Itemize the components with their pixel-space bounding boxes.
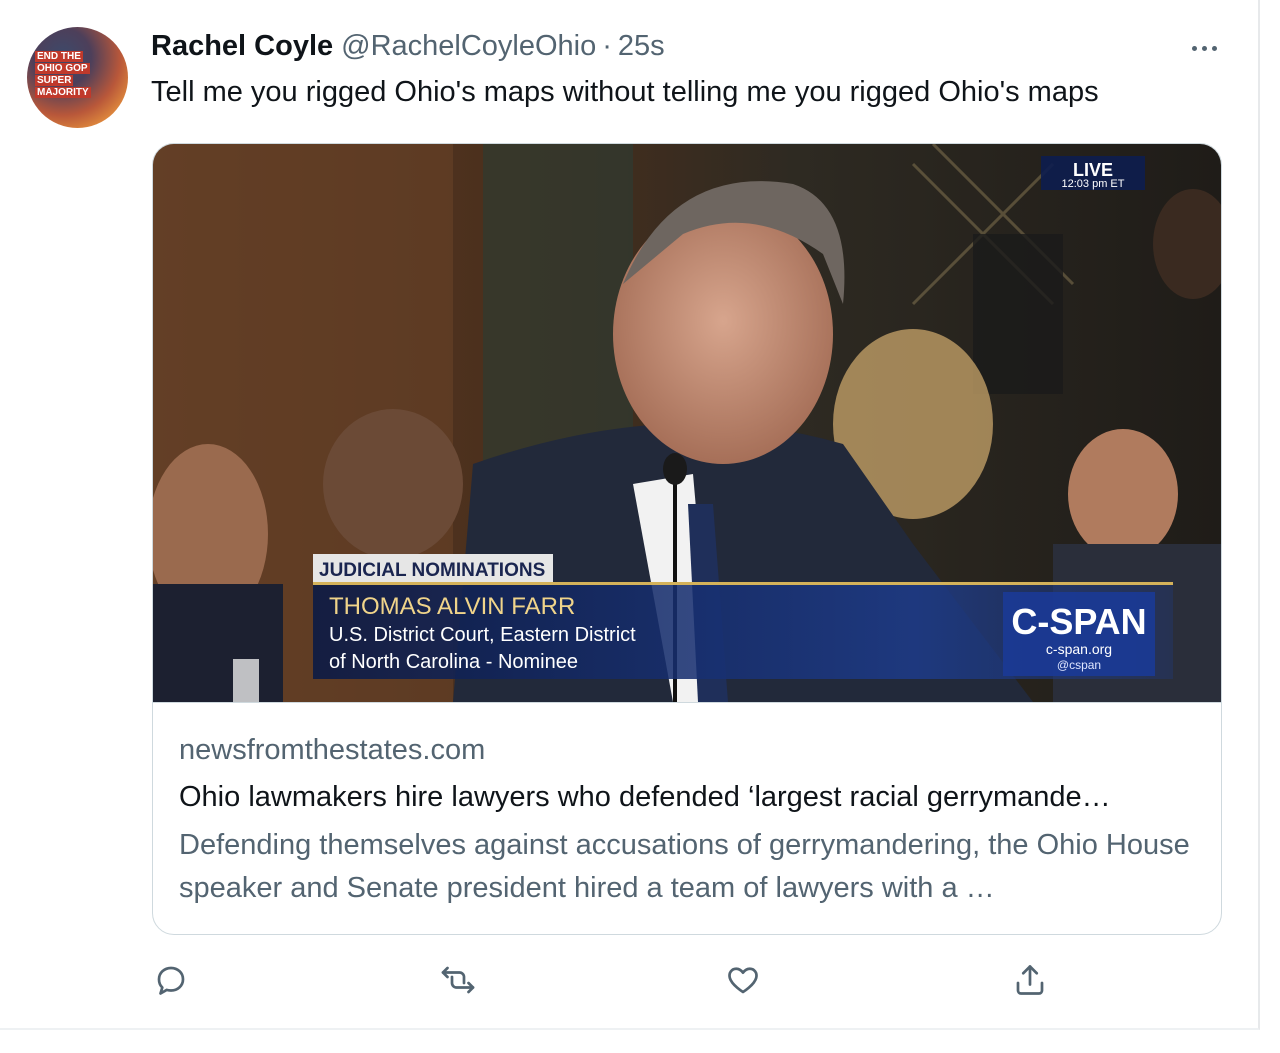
chyron-line2: of North Carolina - Nominee xyxy=(329,651,578,673)
network-url: c-span.org xyxy=(1046,641,1112,657)
card-image[interactable]: LIVE 12:03 pm ET JUDICIAL NOMINATIONS TH… xyxy=(153,144,1221,703)
retweet-icon[interactable] xyxy=(438,960,478,1000)
hearing-photo: LIVE 12:03 pm ET JUDICIAL NOMINATIONS TH… xyxy=(153,144,1221,702)
avatar-line: END THE xyxy=(35,51,83,62)
live-label: LIVE xyxy=(1073,160,1113,180)
timestamp[interactable]: 25s xyxy=(618,30,665,63)
live-time: 12:03 pm ET xyxy=(1062,178,1125,190)
card-meta: newsfromthestates.com Ohio lawmakers hir… xyxy=(179,734,1199,910)
author-handle[interactable]: @RachelCoyleOhio xyxy=(341,30,596,63)
card-title: Ohio lawmakers hire lawyers who defended… xyxy=(179,781,1111,813)
card-description: Defending themselves against accusations… xyxy=(179,829,1190,904)
tweet-header: Rachel Coyle @RachelCoyleOhio · 25s xyxy=(151,30,665,68)
tweet-actions xyxy=(0,960,1258,1000)
card-domain: newsfromthestates.com xyxy=(179,734,486,766)
tweet[interactable]: END THE OHIO GOP SUPER MAJORITY Rachel C… xyxy=(0,0,1260,1030)
avatar[interactable]: END THE OHIO GOP SUPER MAJORITY xyxy=(27,27,128,128)
avatar-line: SUPER xyxy=(35,75,74,86)
chyron-name: THOMAS ALVIN FARR xyxy=(329,593,575,620)
tweet-text: Tell me you rigged Ohio's maps without t… xyxy=(151,76,1099,108)
avatar-line: MAJORITY xyxy=(35,87,91,98)
link-card[interactable]: LIVE 12:03 pm ET JUDICIAL NOMINATIONS TH… xyxy=(152,143,1222,935)
more-options-icon[interactable] xyxy=(1184,34,1224,62)
reply-icon[interactable] xyxy=(151,960,191,1000)
author-name[interactable]: Rachel Coyle xyxy=(151,30,333,63)
chyron-category: JUDICIAL NOMINATIONS xyxy=(319,560,545,581)
separator-dot: · xyxy=(602,30,612,62)
avatar-slogan: END THE OHIO GOP SUPER MAJORITY xyxy=(35,51,95,99)
network-handle: @cspan xyxy=(1057,658,1101,672)
network-logo: C-SPAN xyxy=(1011,601,1146,642)
share-icon[interactable] xyxy=(1010,960,1050,1000)
avatar-line: OHIO GOP xyxy=(35,63,90,74)
like-icon[interactable] xyxy=(723,960,763,1000)
chyron-line1: U.S. District Court, Eastern District xyxy=(329,624,636,646)
